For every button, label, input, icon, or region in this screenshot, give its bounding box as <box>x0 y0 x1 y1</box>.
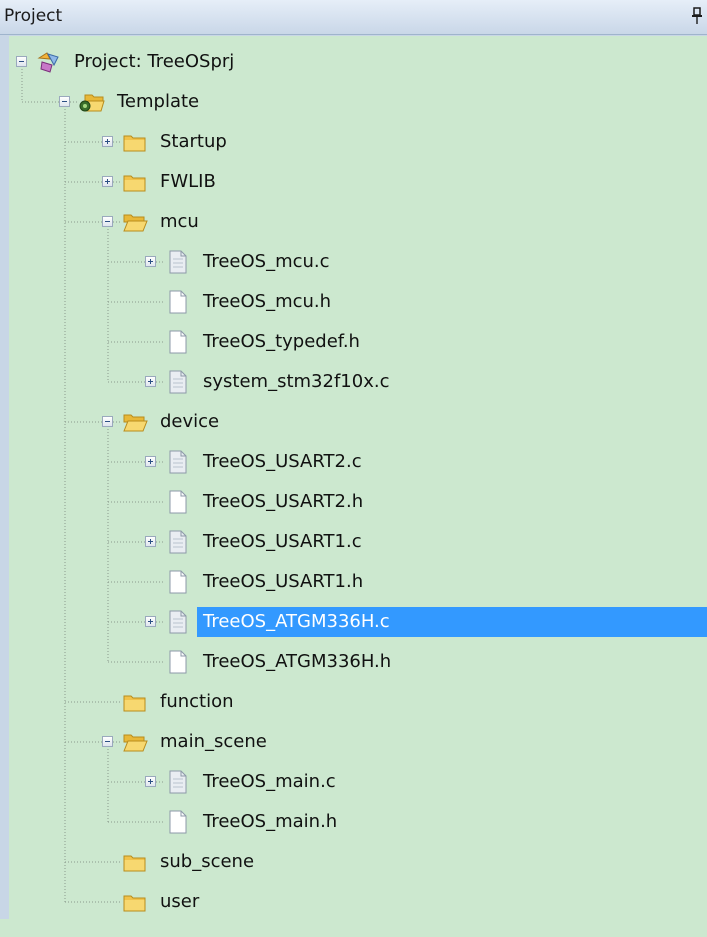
tree-item-label[interactable]: FWLIB <box>154 167 222 197</box>
project-tree[interactable]: Project: TreeOSprj Template Startup FWLIB mc… <box>9 36 707 919</box>
source-file-icon <box>165 770 191 794</box>
project-icon <box>36 50 62 74</box>
tree-row[interactable]: main_scene <box>9 722 707 762</box>
tree-row[interactable]: TreeOS_ATGM336H.h <box>9 642 707 682</box>
tree-item-label[interactable]: user <box>154 887 205 917</box>
file-icon <box>165 810 191 834</box>
tree-item-label[interactable]: function <box>154 687 240 717</box>
source-file-icon <box>165 370 191 394</box>
expand-toggle[interactable] <box>145 536 156 547</box>
tree-row[interactable]: mcu <box>9 202 707 242</box>
tree-item-label[interactable]: TreeOS_USART2.h <box>197 487 369 517</box>
collapse-toggle[interactable] <box>102 736 113 747</box>
tree-row[interactable]: Template <box>9 82 707 122</box>
file-icon <box>165 290 191 314</box>
tree-row[interactable]: TreeOS_USART1.h <box>9 562 707 602</box>
tree-item-label[interactable]: TreeOS_mcu.c <box>197 247 336 277</box>
tree-row[interactable]: TreeOS_typedef.h <box>9 322 707 362</box>
expand-toggle[interactable] <box>145 776 156 787</box>
tree-row[interactable]: TreeOS_USART2.h <box>9 482 707 522</box>
panel-title: Project <box>4 6 63 26</box>
tree-item-label[interactable]: main_scene <box>154 727 273 757</box>
tree-item-label[interactable]: system_stm32f10x.c <box>197 367 395 397</box>
source-file-icon <box>165 610 191 634</box>
tree-row[interactable]: Project: TreeOSprj <box>9 42 707 82</box>
tree-row[interactable]: TreeOS_main.h <box>9 802 707 842</box>
open-folder-icon <box>122 730 148 754</box>
collapse-toggle[interactable] <box>102 216 113 227</box>
tree-item-label[interactable]: Startup <box>154 127 233 157</box>
file-icon <box>165 570 191 594</box>
file-icon <box>165 650 191 674</box>
project-panel: Project Project: TreeOSprj Template Startu… <box>0 0 707 937</box>
tree-item-label[interactable]: device <box>154 407 225 437</box>
collapse-toggle[interactable] <box>102 416 113 427</box>
tree-item-label[interactable]: TreeOS_main.c <box>197 767 342 797</box>
tree-row[interactable]: FWLIB <box>9 162 707 202</box>
tree-item-label[interactable]: mcu <box>154 207 205 237</box>
tree-row[interactable]: sub_scene <box>9 842 707 882</box>
panel-bottom <box>0 919 707 937</box>
expand-toggle[interactable] <box>145 616 156 627</box>
tree-row[interactable]: TreeOS_main.c <box>9 762 707 802</box>
folder-icon <box>122 130 148 154</box>
tree-row[interactable]: device <box>9 402 707 442</box>
tree-item-label[interactable]: TreeOS_ATGM336H.h <box>197 647 397 677</box>
source-file-icon <box>165 530 191 554</box>
tree-item-label[interactable]: TreeOS_mcu.h <box>197 287 337 317</box>
folder-icon <box>122 850 148 874</box>
tree-item-label[interactable]: TreeOS_typedef.h <box>197 327 366 357</box>
tree-row[interactable]: TreeOS_mcu.c <box>9 242 707 282</box>
tree-item-label[interactable]: TreeOS_USART2.c <box>197 447 368 477</box>
source-file-icon <box>165 450 191 474</box>
tree-row[interactable]: TreeOS_ATGM336H.c <box>9 602 707 642</box>
tree-item-label[interactable]: TreeOS_USART1.c <box>197 527 368 557</box>
tree-item-label[interactable]: TreeOS_ATGM336H.c <box>197 607 707 637</box>
collapse-toggle[interactable] <box>16 56 27 67</box>
folder-icon <box>122 690 148 714</box>
source-file-icon <box>165 250 191 274</box>
expand-toggle[interactable] <box>145 256 156 267</box>
tree-row[interactable]: Startup <box>9 122 707 162</box>
tree-item-label[interactable]: TreeOS_USART1.h <box>197 567 369 597</box>
open-folder-icon <box>122 210 148 234</box>
expand-toggle[interactable] <box>102 136 113 147</box>
pin-icon[interactable] <box>691 7 703 25</box>
tree-item-label[interactable]: Template <box>111 87 205 117</box>
tree-row[interactable]: user <box>9 882 707 919</box>
tree-row[interactable]: TreeOS_USART1.c <box>9 522 707 562</box>
tree-item-label[interactable]: TreeOS_main.h <box>197 807 343 837</box>
tree-row[interactable]: TreeOS_mcu.h <box>9 282 707 322</box>
file-icon <box>165 490 191 514</box>
tree-item-label[interactable]: Project: TreeOSprj <box>68 47 240 77</box>
tree-item-label[interactable]: sub_scene <box>154 847 260 877</box>
target-folder-icon <box>79 90 105 114</box>
tree-row[interactable]: TreeOS_USART2.c <box>9 442 707 482</box>
tree-row[interactable]: function <box>9 682 707 722</box>
expand-toggle[interactable] <box>145 456 156 467</box>
expand-toggle[interactable] <box>102 176 113 187</box>
tree-row[interactable]: system_stm32f10x.c <box>9 362 707 402</box>
open-folder-icon <box>122 410 148 434</box>
file-icon <box>165 330 191 354</box>
panel-header: Project <box>0 0 707 35</box>
folder-icon <box>122 170 148 194</box>
expand-toggle[interactable] <box>145 376 156 387</box>
folder-icon <box>122 890 148 914</box>
collapse-toggle[interactable] <box>59 96 70 107</box>
